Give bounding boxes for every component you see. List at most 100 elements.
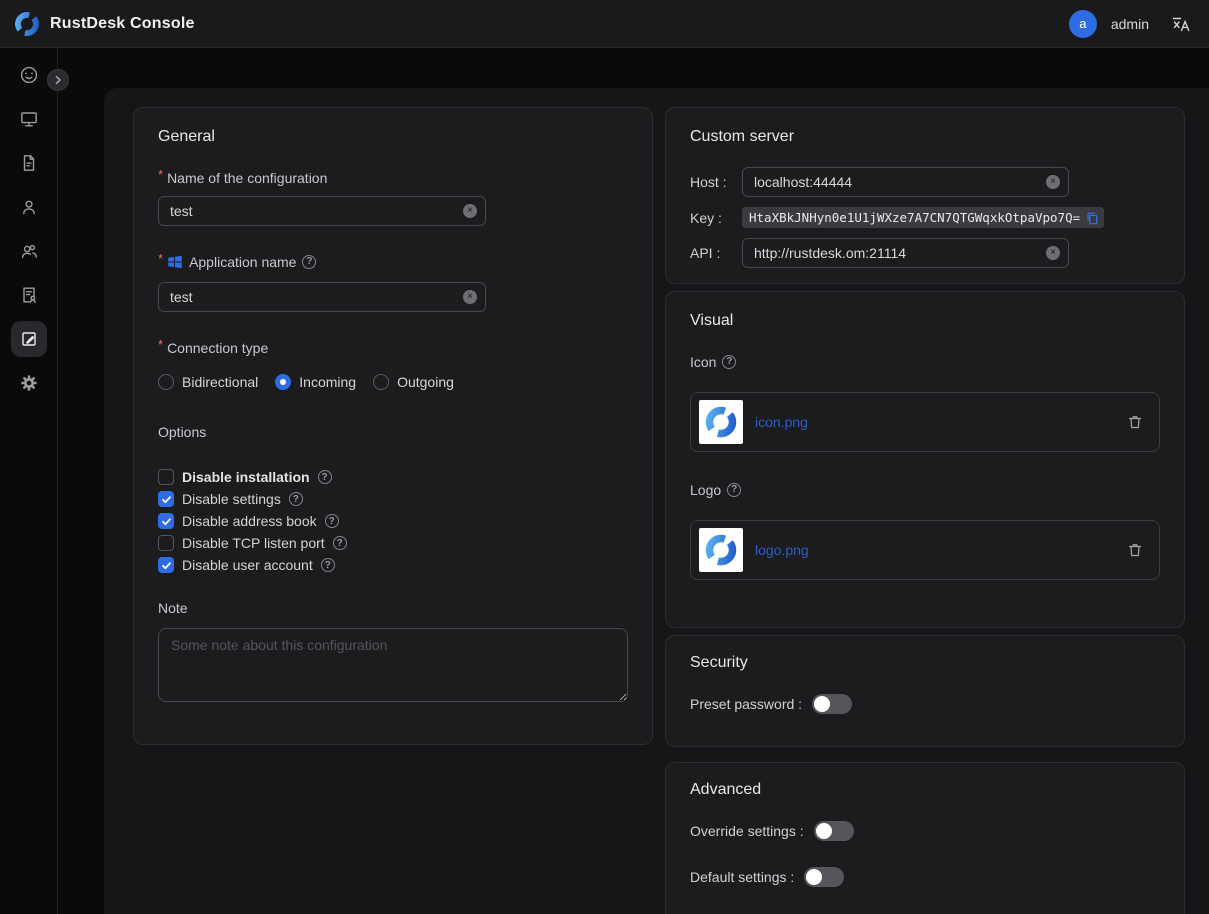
advanced-card: Advanced Override settings : Default set… — [665, 762, 1185, 914]
icon-label: Icon ? — [690, 354, 1160, 370]
icon-file-link[interactable]: icon.png — [755, 414, 1127, 430]
options-checkboxes: Disable installation ? Disable settings … — [158, 466, 628, 576]
api-row: API : × — [690, 238, 1160, 268]
help-icon[interactable]: ? — [302, 255, 316, 269]
note-label: Note — [158, 600, 628, 616]
host-label: Host : — [690, 174, 742, 190]
checkbox[interactable] — [158, 535, 174, 551]
copy-icon[interactable] — [1085, 211, 1099, 225]
logo-file-link[interactable]: logo.png — [755, 542, 1127, 558]
edit-icon — [19, 329, 39, 349]
visual-title: Visual — [690, 312, 1160, 330]
sidebar-item-users[interactable] — [11, 189, 47, 225]
key-value: HtaXBkJNHyn0e1U1jWXze7A7CN7QTGWqxkOtpaVp… — [749, 210, 1080, 225]
checkbox-row-disable-user-account: Disable user account ? — [158, 554, 628, 576]
security-title: Security — [690, 654, 1160, 672]
clear-icon[interactable]: × — [463, 204, 477, 218]
sidebar-item-dashboard[interactable] — [11, 57, 47, 93]
checkbox[interactable] — [158, 557, 174, 573]
custom-server-title: Custom server — [690, 128, 1160, 146]
radio-button[interactable] — [373, 374, 389, 390]
config-name-input[interactable] — [158, 196, 486, 226]
clear-icon[interactable]: × — [463, 290, 477, 304]
sidebar-expand-button[interactable] — [47, 69, 69, 91]
advanced-title: Advanced — [690, 781, 1160, 799]
custom-server-card: Custom server Host : × Key : HtaXBkJNHyn… — [665, 107, 1185, 284]
application-name-label: * Application name ? — [158, 254, 628, 270]
checkbox[interactable] — [158, 469, 174, 485]
sidebar-item-groups[interactable] — [11, 233, 47, 269]
clear-icon[interactable]: × — [1046, 175, 1060, 189]
help-icon[interactable]: ? — [318, 470, 332, 484]
user-icon — [19, 197, 39, 217]
options-label: Options — [158, 424, 628, 440]
security-card: Security Preset password : — [665, 635, 1185, 747]
topbar: RustDesk Console a admin — [0, 0, 1209, 48]
help-icon[interactable]: ? — [727, 483, 741, 497]
key-label: Key : — [690, 210, 742, 226]
icon-thumbnail — [699, 400, 743, 444]
trash-icon[interactable] — [1127, 414, 1143, 430]
host-input[interactable] — [742, 167, 1069, 197]
sidebar-item-address-books[interactable] — [11, 277, 47, 313]
preset-password-row: Preset password : — [690, 694, 1160, 714]
checkbox-row-disable-address-book: Disable address book ? — [158, 510, 628, 532]
override-settings-toggle[interactable] — [814, 821, 854, 841]
clear-icon[interactable]: × — [1046, 246, 1060, 260]
radio-incoming[interactable]: Incoming — [275, 374, 356, 390]
translate-icon[interactable] — [1171, 14, 1191, 34]
visual-card: Visual Icon ? icon.png Logo ? logo.png — [665, 291, 1185, 628]
key-value-box: HtaXBkJNHyn0e1U1jWXze7A7CN7QTGWqxkOtpaVp… — [742, 207, 1104, 228]
help-icon[interactable]: ? — [325, 514, 339, 528]
default-settings-toggle[interactable] — [804, 867, 844, 887]
default-settings-row: Default settings : — [690, 867, 1160, 887]
user-name[interactable]: admin — [1111, 16, 1149, 32]
checkbox[interactable] — [158, 513, 174, 529]
radio-outgoing[interactable]: Outgoing — [373, 374, 454, 390]
help-icon[interactable]: ? — [321, 558, 335, 572]
sidebar-item-logs[interactable] — [11, 145, 47, 181]
required-asterisk: * — [158, 340, 163, 350]
help-icon[interactable]: ? — [722, 355, 736, 369]
help-icon[interactable]: ? — [333, 536, 347, 550]
avatar[interactable]: a — [1069, 10, 1097, 38]
license-icon — [19, 285, 39, 305]
sidebar-item-devices[interactable] — [11, 101, 47, 137]
checkbox[interactable] — [158, 491, 174, 507]
checkbox-row-disable-settings: Disable settings ? — [158, 488, 628, 510]
document-icon — [19, 153, 39, 173]
trash-icon[interactable] — [1127, 542, 1143, 558]
rustdesk-logo-icon — [14, 11, 40, 37]
windows-icon — [167, 254, 183, 270]
radio-button[interactable] — [158, 374, 174, 390]
key-row: Key : HtaXBkJNHyn0e1U1jWXze7A7CN7QTGWqxk… — [690, 207, 1160, 228]
application-name-input[interactable] — [158, 282, 486, 312]
required-asterisk: * — [158, 170, 163, 180]
host-row: Host : × — [690, 167, 1160, 197]
users-icon — [19, 241, 39, 261]
connection-type-radios: Bidirectional Incoming Outgoing — [158, 374, 628, 390]
radio-button[interactable] — [275, 374, 291, 390]
general-title: General — [158, 128, 628, 146]
checkbox-row-disable-tcp-listen-port: Disable TCP listen port ? — [158, 532, 628, 554]
radio-bidirectional[interactable]: Bidirectional — [158, 374, 258, 390]
logo-thumbnail — [699, 528, 743, 572]
override-settings-row: Override settings : — [690, 821, 1160, 841]
override-settings-label: Override settings : — [690, 823, 804, 839]
gear-icon — [19, 373, 39, 393]
logo-label: Logo ? — [690, 482, 1160, 498]
preset-password-label: Preset password : — [690, 696, 802, 712]
app-title: RustDesk Console — [50, 15, 195, 33]
sidebar-item-custom-clients[interactable] — [11, 321, 47, 357]
note-textarea[interactable] — [158, 628, 628, 702]
default-settings-label: Default settings : — [690, 869, 794, 885]
general-card: General * Name of the configuration × * … — [133, 107, 653, 745]
preset-password-toggle[interactable] — [812, 694, 852, 714]
help-icon[interactable]: ? — [289, 492, 303, 506]
api-input[interactable] — [742, 238, 1069, 268]
smiley-icon — [19, 65, 39, 85]
sidebar-item-settings[interactable] — [11, 365, 47, 401]
icon-upload-item: icon.png — [690, 392, 1160, 452]
brand: RustDesk Console — [14, 11, 195, 37]
checkbox-row-disable-installation: Disable installation ? — [158, 466, 628, 488]
